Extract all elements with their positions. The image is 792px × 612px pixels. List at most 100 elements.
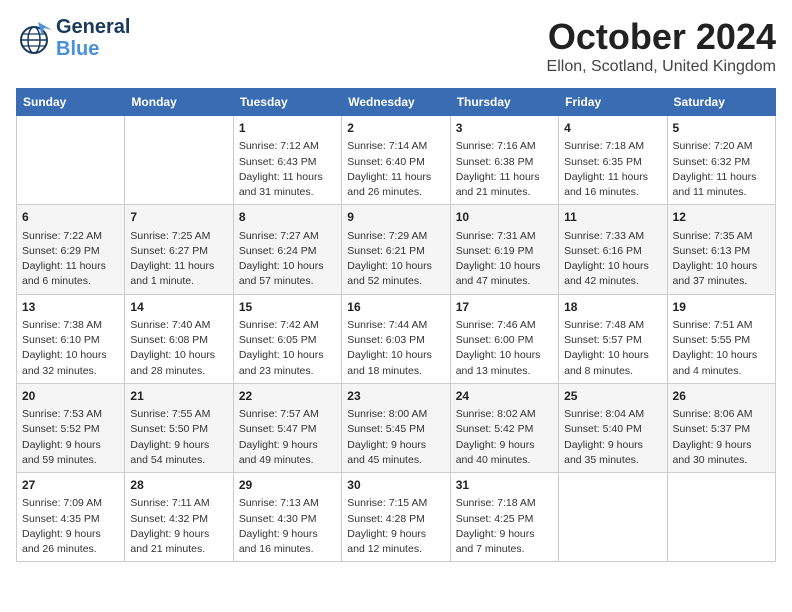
- day-number: 22: [239, 388, 336, 405]
- day-number: 23: [347, 388, 444, 405]
- day-info: Sunrise: 7:09 AM: [22, 496, 119, 511]
- day-cell: [667, 473, 775, 562]
- day-info: Sunrise: 7:53 AM: [22, 407, 119, 422]
- title-section: October 2024 Ellon, Scotland, United Kin…: [547, 16, 776, 76]
- day-info: Sunrise: 7:29 AM: [347, 229, 444, 244]
- day-cell: 28Sunrise: 7:11 AMSunset: 4:32 PMDayligh…: [125, 473, 233, 562]
- day-info: Sunrise: 7:44 AM: [347, 318, 444, 333]
- day-info: Sunrise: 7:48 AM: [564, 318, 661, 333]
- day-info: Sunset: 6:10 PM: [22, 333, 119, 348]
- day-number: 25: [564, 388, 661, 405]
- day-cell: 9Sunrise: 7:29 AMSunset: 6:21 PMDaylight…: [342, 205, 450, 294]
- day-info: Sunrise: 8:02 AM: [456, 407, 553, 422]
- day-info: Sunrise: 7:14 AM: [347, 139, 444, 154]
- calendar-header-row: SundayMondayTuesdayWednesdayThursdayFrid…: [17, 89, 776, 116]
- day-info: Daylight: 10 hours: [347, 348, 444, 363]
- col-header-thursday: Thursday: [450, 89, 558, 116]
- day-info: Sunset: 4:30 PM: [239, 512, 336, 527]
- day-info: and 1 minute.: [130, 274, 227, 289]
- day-info: Daylight: 10 hours: [347, 259, 444, 274]
- day-cell: 26Sunrise: 8:06 AMSunset: 5:37 PMDayligh…: [667, 383, 775, 472]
- day-info: Daylight: 10 hours: [673, 259, 770, 274]
- day-info: Daylight: 9 hours: [22, 527, 119, 542]
- day-info: Sunrise: 7:42 AM: [239, 318, 336, 333]
- day-cell: 18Sunrise: 7:48 AMSunset: 5:57 PMDayligh…: [559, 294, 667, 383]
- day-number: 8: [239, 209, 336, 226]
- col-header-sunday: Sunday: [17, 89, 125, 116]
- day-info: and 32 minutes.: [22, 364, 119, 379]
- day-cell: [125, 116, 233, 205]
- day-info: and 21 minutes.: [456, 185, 553, 200]
- day-cell: 7Sunrise: 7:25 AMSunset: 6:27 PMDaylight…: [125, 205, 233, 294]
- day-info: Daylight: 9 hours: [564, 438, 661, 453]
- col-header-saturday: Saturday: [667, 89, 775, 116]
- day-info: and 11 minutes.: [673, 185, 770, 200]
- day-info: Sunrise: 7:33 AM: [564, 229, 661, 244]
- day-info: Daylight: 10 hours: [564, 259, 661, 274]
- day-info: Sunset: 5:52 PM: [22, 422, 119, 437]
- day-info: Sunset: 6:08 PM: [130, 333, 227, 348]
- col-header-friday: Friday: [559, 89, 667, 116]
- day-info: Daylight: 10 hours: [673, 348, 770, 363]
- day-number: 15: [239, 299, 336, 316]
- day-info: Sunset: 4:35 PM: [22, 512, 119, 527]
- week-row-4: 20Sunrise: 7:53 AMSunset: 5:52 PMDayligh…: [17, 383, 776, 472]
- day-info: Sunset: 6:27 PM: [130, 244, 227, 259]
- day-info: and 57 minutes.: [239, 274, 336, 289]
- day-cell: 2Sunrise: 7:14 AMSunset: 6:40 PMDaylight…: [342, 116, 450, 205]
- day-info: Sunset: 4:28 PM: [347, 512, 444, 527]
- day-cell: 21Sunrise: 7:55 AMSunset: 5:50 PMDayligh…: [125, 383, 233, 472]
- day-number: 30: [347, 477, 444, 494]
- day-info: Daylight: 11 hours: [456, 170, 553, 185]
- day-info: Daylight: 9 hours: [456, 527, 553, 542]
- day-number: 3: [456, 120, 553, 137]
- day-number: 5: [673, 120, 770, 137]
- day-info: Sunrise: 7:51 AM: [673, 318, 770, 333]
- day-number: 27: [22, 477, 119, 494]
- day-info: Daylight: 10 hours: [239, 348, 336, 363]
- day-info: and 16 minutes.: [239, 542, 336, 557]
- day-info: and 54 minutes.: [130, 453, 227, 468]
- page-header: General Blue October 2024 Ellon, Scotlan…: [16, 16, 776, 76]
- day-info: Daylight: 11 hours: [239, 170, 336, 185]
- day-info: Daylight: 11 hours: [130, 259, 227, 274]
- day-cell: 10Sunrise: 7:31 AMSunset: 6:19 PMDayligh…: [450, 205, 558, 294]
- day-info: Daylight: 9 hours: [239, 438, 336, 453]
- week-row-2: 6Sunrise: 7:22 AMSunset: 6:29 PMDaylight…: [17, 205, 776, 294]
- day-info: Sunset: 5:50 PM: [130, 422, 227, 437]
- day-info: Sunset: 6:21 PM: [347, 244, 444, 259]
- day-number: 13: [22, 299, 119, 316]
- day-info: Sunset: 5:40 PM: [564, 422, 661, 437]
- day-info: and 26 minutes.: [347, 185, 444, 200]
- day-info: Daylight: 9 hours: [347, 438, 444, 453]
- day-cell: 16Sunrise: 7:44 AMSunset: 6:03 PMDayligh…: [342, 294, 450, 383]
- day-info: and 59 minutes.: [22, 453, 119, 468]
- day-info: Sunset: 4:32 PM: [130, 512, 227, 527]
- location: Ellon, Scotland, United Kingdom: [547, 58, 776, 76]
- day-info: Sunset: 5:47 PM: [239, 422, 336, 437]
- day-info: and 40 minutes.: [456, 453, 553, 468]
- day-info: Sunrise: 7:57 AM: [239, 407, 336, 422]
- day-info: Daylight: 10 hours: [22, 348, 119, 363]
- day-info: Sunset: 6:03 PM: [347, 333, 444, 348]
- day-info: Sunrise: 7:46 AM: [456, 318, 553, 333]
- day-info: and 4 minutes.: [673, 364, 770, 379]
- day-info: and 21 minutes.: [130, 542, 227, 557]
- day-info: Sunrise: 7:38 AM: [22, 318, 119, 333]
- day-info: Sunrise: 7:18 AM: [564, 139, 661, 154]
- day-info: Sunset: 6:29 PM: [22, 244, 119, 259]
- week-row-1: 1Sunrise: 7:12 AMSunset: 6:43 PMDaylight…: [17, 116, 776, 205]
- day-info: Daylight: 11 hours: [22, 259, 119, 274]
- day-cell: 4Sunrise: 7:18 AMSunset: 6:35 PMDaylight…: [559, 116, 667, 205]
- day-number: 18: [564, 299, 661, 316]
- day-info: and 13 minutes.: [456, 364, 553, 379]
- day-info: Sunrise: 7:55 AM: [130, 407, 227, 422]
- day-number: 31: [456, 477, 553, 494]
- day-number: 14: [130, 299, 227, 316]
- day-info: Daylight: 11 hours: [673, 170, 770, 185]
- day-number: 19: [673, 299, 770, 316]
- day-info: Sunrise: 7:18 AM: [456, 496, 553, 511]
- day-cell: 14Sunrise: 7:40 AMSunset: 6:08 PMDayligh…: [125, 294, 233, 383]
- week-row-3: 13Sunrise: 7:38 AMSunset: 6:10 PMDayligh…: [17, 294, 776, 383]
- day-info: and 23 minutes.: [239, 364, 336, 379]
